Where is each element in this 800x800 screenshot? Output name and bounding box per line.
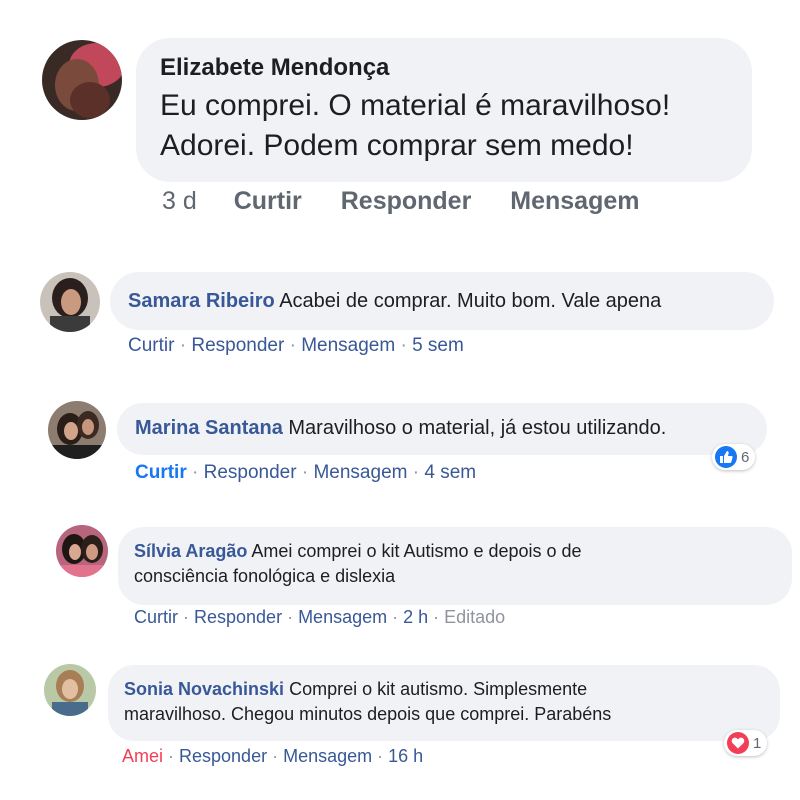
like-link[interactable]: Curtir [134, 607, 178, 627]
timestamp[interactable]: 4 sem [424, 462, 476, 483]
reaction-count[interactable]: 1 [724, 730, 768, 756]
message-link[interactable]: Mensagem [283, 746, 372, 766]
comment-actions: Curtir · Responder · Mensagem · 4 sem [135, 462, 477, 483]
timestamp[interactable]: 2 h [403, 607, 428, 627]
comment-text-line-1: Eu comprei. O material é maravilhoso! [160, 89, 671, 122]
message-link[interactable]: Mensagem [301, 335, 395, 356]
message-link[interactable]: Mensagem [313, 462, 407, 483]
comment-text-line-1: Comprei o kit autismo. Simplesmente [289, 679, 588, 699]
reaction-count-label: 6 [741, 448, 750, 466]
comment-bubble: Samara Ribeiro Acabei de comprar. Muito … [110, 272, 774, 330]
reply-link[interactable]: Responder [204, 462, 297, 483]
comment-text-line-2: Adorei. Podem comprar sem medo! [160, 129, 634, 162]
comment-text-line-1: Amei comprei o kit Autismo e depois o de [251, 541, 582, 561]
comment-actions: Curtir · Responder · Mensagem · 2 h · Ed… [134, 607, 506, 627]
avatar[interactable] [40, 272, 100, 332]
reply-link[interactable]: Responder [341, 187, 472, 215]
comment-bubble: Elizabete Mendonça Eu comprei. O materia… [136, 38, 752, 182]
comment-bubble: Marina Santana Maravilhoso o material, j… [117, 403, 767, 455]
like-icon [715, 446, 737, 468]
message-link[interactable]: Mensagem [510, 187, 639, 215]
like-link[interactable]: Curtir [135, 462, 187, 483]
reaction-count-label: 1 [753, 734, 762, 752]
comment-author[interactable]: Sonia Novachinski [124, 679, 284, 699]
reaction-count[interactable]: 6 [712, 444, 756, 470]
comment-author[interactable]: Elizabete Mendonça [160, 54, 728, 82]
reply-link[interactable]: Responder [191, 335, 284, 356]
avatar[interactable] [42, 40, 122, 120]
avatar[interactable] [48, 401, 106, 459]
edited-label[interactable]: Editado [444, 607, 505, 627]
like-link[interactable]: Curtir [128, 335, 174, 356]
comment-author[interactable]: Sílvia Aragão [134, 541, 247, 561]
timestamp[interactable]: 5 sem [412, 335, 464, 356]
love-icon [727, 732, 749, 754]
comment-author[interactable]: Samara Ribeiro [128, 290, 275, 312]
avatar[interactable] [44, 664, 96, 716]
comment-actions: Curtir · Responder · Mensagem · 5 sem [128, 335, 464, 356]
comment-author[interactable]: Marina Santana [135, 417, 283, 439]
comment-text: Maravilhoso o material, já estou utiliza… [288, 417, 667, 439]
comment-actions: Amei · Responder · Mensagem · 16 h [122, 746, 424, 766]
reply-link[interactable]: Responder [179, 746, 267, 766]
message-link[interactable]: Mensagem [298, 607, 387, 627]
love-link[interactable]: Amei [122, 746, 163, 766]
comment-actions: 3 d Curtir Responder Mensagem [162, 187, 640, 216]
comment-bubble: Sílvia Aragão Amei comprei o kit Autismo… [118, 527, 792, 605]
comment-text: Acabei de comprar. Muito bom. Vale apena [279, 290, 662, 312]
like-link[interactable]: Curtir [234, 187, 302, 215]
timestamp[interactable]: 3 d [162, 187, 197, 215]
reply-link[interactable]: Responder [194, 607, 282, 627]
comment-text-line-2: maravilhoso. Chegou minutos depois que c… [124, 704, 612, 724]
comment-text-line-2: consciência fonológica e dislexia [134, 566, 396, 586]
comment-bubble: Sonia Novachinski Comprei o kit autismo.… [108, 665, 780, 741]
timestamp[interactable]: 16 h [388, 746, 423, 766]
avatar[interactable] [56, 525, 108, 577]
